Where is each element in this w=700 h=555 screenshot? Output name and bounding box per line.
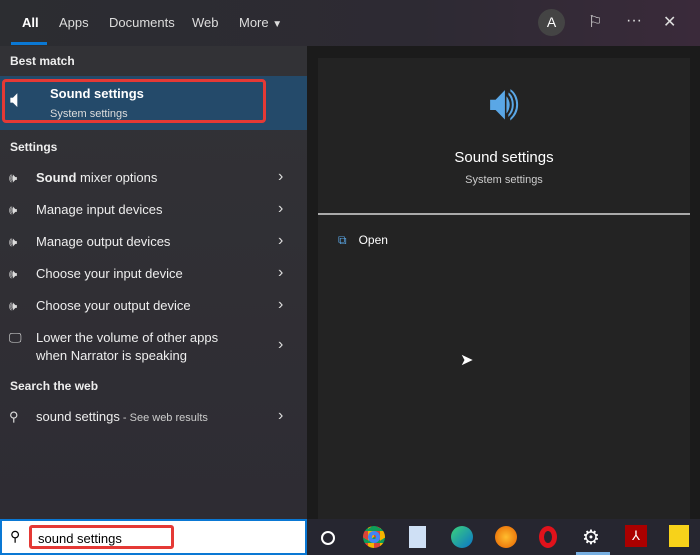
item-label: when Narrator is speaking [36,348,188,363]
speaker-icon: 🕪︎ [9,170,18,185]
preview-subtitle: System settings [465,174,543,186]
list-item-narrator[interactable]: 🖵︎ Lower the volume of other apps when Nar… [0,322,307,366]
chevron-right-icon: › [278,232,284,249]
filter-bar: All Apps Documents Web More ▼ A ⚐ ··· ✕ [0,0,700,46]
item-label: Choose your input device [36,266,183,281]
sticky-notes-icon[interactable] [669,525,689,547]
chevron-right-icon: › [278,336,284,353]
item-label: Choose your output device [36,298,191,313]
close-icon[interactable]: ✕ [663,12,676,32]
tab-apps[interactable]: Apps [59,15,89,30]
active-tab-indicator [11,42,47,45]
speaker-icon: 🕪︎ [9,234,18,249]
web-result-item[interactable]: ⚲ sound settings - See web results › [0,401,307,433]
item-label: mixer options [76,170,158,185]
speaker-icon: 🔈︎ [10,86,25,113]
narrator-icon: 🖵︎ [9,330,22,345]
item-label-bold: Sound [36,170,77,185]
item-label: Manage input devices [36,202,163,217]
speaker-icon: 🕪︎ [9,266,18,281]
list-item[interactable]: 🕪︎ Choose your output device › [0,290,307,322]
best-match-title: Sound settings [50,86,144,101]
cortana-icon[interactable] [321,531,335,545]
tab-more[interactable]: More ▼ [239,15,282,30]
best-match-heading: Best match [10,54,75,68]
preview-title: Sound settings [454,149,554,166]
speaker-icon: 🕪︎ [9,202,18,217]
preview-panel: 🔊︎ Sound settings System settings ⧉ Open [318,58,690,519]
search-box[interactable]: ⚲ sound settings [0,519,307,555]
item-label: Manage output devices [36,234,171,249]
search-icon: ⚲ [10,528,21,544]
open-label: Open [358,233,388,247]
more-options-icon[interactable]: ··· [626,12,642,30]
chevron-right-icon: › [278,407,284,424]
list-item[interactable]: 🕪︎ Manage output devices › [0,226,307,258]
open-button[interactable]: ⧉ Open [338,233,388,248]
list-item[interactable]: 🕪︎ Choose your input device › [0,258,307,290]
search-web-heading: Search the web [10,379,99,393]
web-query: sound settings [36,409,120,424]
chevron-right-icon: › [278,264,284,281]
chrome-icon[interactable] [363,526,385,548]
tab-all[interactable]: All [22,15,39,30]
acrobat-icon[interactable]: ⅄ [625,525,647,547]
settings-gear-icon[interactable]: ⚙ [582,525,600,550]
open-icon: ⧉ [338,233,347,247]
feedback-icon[interactable]: ⚐ [588,12,602,32]
list-item[interactable]: 🕪︎ Manage input devices › [0,194,307,226]
chevron-right-icon: › [278,168,284,185]
opera-icon[interactable] [539,526,557,548]
best-match-subtitle: System settings [50,108,128,120]
speaker-icon: 🕪︎ [9,298,18,313]
search-input[interactable]: sound settings [38,531,122,546]
divider [318,213,690,215]
avatar[interactable]: A [538,9,565,36]
chevron-right-icon: › [278,296,284,313]
item-label: Lower the volume of other apps [36,330,219,345]
tab-more-label: More [239,15,269,30]
firefox-icon[interactable] [495,526,517,548]
best-match-item[interactable]: 🔈︎ Sound settings System settings [0,76,307,130]
settings-heading: Settings [10,140,58,154]
edge-icon[interactable] [451,526,473,548]
mouse-cursor: ➤ [460,352,474,369]
web-suffix: - See web results [119,412,208,424]
caret-down-icon: ▼ [272,19,283,30]
tab-documents[interactable]: Documents [109,15,175,30]
wordpad-icon[interactable] [409,526,426,548]
search-icon: ⚲ [9,409,19,424]
tab-web[interactable]: Web [192,15,219,30]
speaker-icon: 🔊︎ [488,77,520,130]
list-item[interactable]: 🕪︎ Sound mixer options › [0,162,307,194]
chevron-right-icon: › [278,200,284,217]
